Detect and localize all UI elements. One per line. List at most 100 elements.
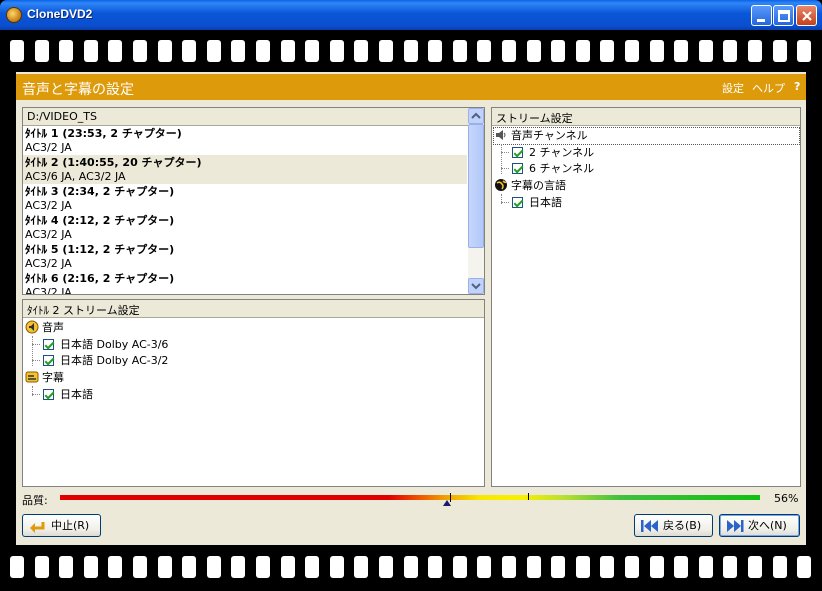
speaker-icon	[496, 130, 506, 140]
quality-label: 品質:	[22, 494, 48, 507]
scrollbar-thumb[interactable]	[468, 124, 484, 248]
maximize-icon	[778, 10, 790, 22]
quality-bar	[60, 495, 760, 500]
film-hole	[84, 40, 98, 62]
film-hole	[502, 40, 516, 62]
film-hole	[576, 40, 590, 62]
film-hole	[182, 40, 196, 62]
film-hole	[650, 556, 664, 578]
stream-settings-panel: ストリーム設定 音声チャンネル 2 チャンネル 6 チャンネル 字幕の言語 日本…	[491, 107, 801, 487]
subtitle-label: 字幕	[42, 371, 64, 384]
film-hole	[207, 40, 221, 62]
film-hole	[773, 40, 787, 62]
list-item[interactable]: ﾀｲﾄﾙ 4 (2:12, 2 チャプター) AC3/2 JA	[23, 213, 467, 242]
title-list[interactable]: ﾀｲﾄﾙ 1 (23:53, 2 チャプター) AC3/2 JA ﾀｲﾄﾙ 2 …	[23, 126, 467, 294]
subtitle-lang-node[interactable]: 字幕の言語	[494, 178, 566, 194]
speaker-icon	[25, 320, 39, 334]
film-hole	[207, 556, 221, 578]
film-hole	[576, 556, 590, 578]
cancel-label: 中止(R)	[51, 519, 90, 532]
close-button[interactable]	[796, 5, 817, 26]
film-hole	[330, 40, 344, 62]
film-hole	[133, 40, 147, 62]
stream-label: 日本語 Dolby AC-3/6	[60, 338, 169, 351]
film-hole	[699, 40, 713, 62]
film-hole	[453, 40, 467, 62]
page-title: 音声と字幕の設定	[22, 82, 134, 98]
film-hole	[625, 40, 639, 62]
list-item[interactable]: ﾀｲﾄﾙ 3 (2:34, 2 チャプター) AC3/2 JA	[23, 184, 467, 213]
next-button[interactable]: 次へ(N)	[719, 514, 800, 537]
frame-left	[0, 72, 16, 545]
channel-label: 6 チャンネル	[529, 162, 595, 175]
app-icon	[6, 7, 22, 23]
film-hole	[527, 556, 541, 578]
film-hole	[379, 556, 393, 578]
maximize-button[interactable]	[773, 5, 794, 26]
film-hole	[723, 556, 737, 578]
stream-label: 日本語	[60, 388, 93, 401]
film-hole	[650, 40, 664, 62]
film-hole	[453, 556, 467, 578]
list-item[interactable]: ﾀｲﾄﾙ 5 (1:12, 2 チャプター) AC3/2 JA	[23, 242, 467, 271]
scroll-up-button[interactable]	[468, 108, 484, 124]
title-list-panel: D:/VIDEO_TS ﾀｲﾄﾙ 1 (23:53, 2 チャプター) AC3/…	[22, 107, 485, 295]
channel-item[interactable]: 2 チャンネル	[512, 145, 594, 161]
checkbox[interactable]	[512, 163, 523, 174]
film-hole	[231, 556, 245, 578]
scrollbar[interactable]	[468, 108, 484, 294]
quality-tick	[528, 493, 529, 500]
film-hole	[723, 40, 737, 62]
list-item[interactable]: ﾀｲﾄﾙ 1 (23:53, 2 チャプター) AC3/2 JA	[23, 126, 467, 155]
film-hole	[133, 556, 147, 578]
checkbox[interactable]	[512, 197, 523, 208]
list-item-selected[interactable]: ﾀｲﾄﾙ 2 (1:40:55, 20 チャプター) AC3/6 JA, AC3…	[23, 155, 467, 184]
audio-stream-item[interactable]: 日本語 Dolby AC-3/6	[43, 337, 168, 353]
checkbox[interactable]	[512, 147, 523, 158]
window-title: CloneDVD2	[27, 7, 93, 21]
film-hole	[158, 40, 172, 62]
film-hole	[600, 40, 614, 62]
film-hole	[379, 40, 393, 62]
audio-channel-label: 音声チャンネル	[511, 129, 588, 142]
title-stream-panel: ﾀｲﾄﾙ 2 ストリーム設定 音声 日本語 Dolby AC-3/6 日本語 D…	[22, 299, 485, 487]
audio-node[interactable]: 音声	[25, 320, 64, 336]
fast-forward-icon	[727, 520, 744, 532]
film-hole	[404, 556, 418, 578]
film-hole	[182, 556, 196, 578]
subtitle-icon	[25, 371, 39, 383]
subtitle-stream-item[interactable]: 日本語	[43, 387, 93, 403]
film-hole	[551, 556, 565, 578]
audio-stream-item[interactable]: 日本語 Dolby AC-3/2	[43, 353, 168, 369]
film-hole	[477, 556, 491, 578]
scroll-down-button[interactable]	[468, 278, 484, 294]
film-hole	[404, 40, 418, 62]
checkbox[interactable]	[43, 389, 54, 400]
film-hole	[354, 40, 368, 62]
about-link[interactable]: ?	[794, 80, 800, 93]
audio-channel-node[interactable]: 音声チャンネル	[493, 127, 800, 145]
title-streams: AC3/6 JA, AC3/2 JA	[25, 170, 126, 183]
film-hole	[108, 40, 122, 62]
quality-value: 56%	[774, 492, 799, 505]
film-hole	[281, 556, 295, 578]
lang-item[interactable]: 日本語	[512, 195, 562, 211]
film-hole	[797, 556, 811, 578]
film-hole	[477, 40, 491, 62]
settings-link[interactable]: 設定	[722, 80, 744, 96]
film-hole	[256, 40, 270, 62]
cancel-button[interactable]: 中止(R)	[22, 514, 101, 537]
subtitle-node[interactable]: 字幕	[25, 370, 64, 386]
checkbox[interactable]	[43, 339, 54, 350]
checkbox[interactable]	[43, 355, 54, 366]
help-link[interactable]: ヘルプ	[752, 80, 785, 96]
film-hole	[354, 556, 368, 578]
channel-item[interactable]: 6 チャンネル	[512, 161, 594, 177]
frame-right	[806, 72, 822, 545]
film-hole	[35, 40, 49, 62]
quality-marker[interactable]	[443, 500, 451, 506]
minimize-button[interactable]	[751, 5, 772, 26]
list-item[interactable]: ﾀｲﾄﾙ 6 (2:16, 2 チャプター) AC3/2 JA	[23, 271, 467, 294]
back-button[interactable]: 戻る(B)	[634, 514, 713, 537]
film-hole	[674, 556, 688, 578]
